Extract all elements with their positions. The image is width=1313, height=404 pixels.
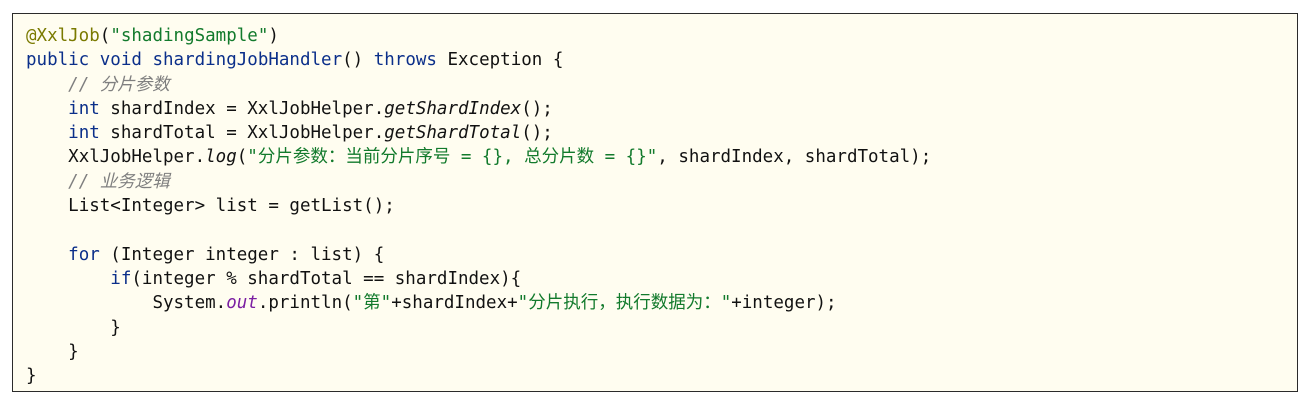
code-token: +shardIndex+ <box>391 293 518 314</box>
code-line: XxlJobHelper.log("分片参数：当前分片序号 = {}, 总分片数… <box>26 145 931 169</box>
code-line: System.out.println("第"+shardIndex+"分片执行，… <box>26 291 931 315</box>
code-token: "第" <box>352 293 392 314</box>
code-line: @XxlJob("shadingSample") <box>26 24 931 48</box>
code-token: } <box>26 366 37 387</box>
code-token: (Integer integer : list) { <box>99 244 385 265</box>
code-token: ) <box>268 26 279 46</box>
code-token: "分片参数：当前分片序号 = {}, 总分片数 = {}" <box>247 147 658 168</box>
code-token: // 分片参数 <box>68 74 170 95</box>
code-snippet-panel: @XxlJob("shadingSample") public void shar… <box>12 13 1298 392</box>
code-token: // 业务逻辑 <box>68 171 170 192</box>
code-token: for <box>68 244 100 265</box>
code-token: int <box>68 123 100 144</box>
code-token: List<Integer> list = getList(); <box>68 196 395 217</box>
code-token: () <box>342 50 374 71</box>
code-line: public void shardingJobHandler() throws … <box>26 48 931 72</box>
code-line: } <box>26 316 931 340</box>
code-line: } <box>26 340 931 364</box>
code-block: @XxlJob("shadingSample") public void shar… <box>26 24 931 388</box>
code-token: +integer); <box>731 293 837 314</box>
code-token: shardIndex = XxlJobHelper. <box>99 98 385 119</box>
code-token: XxlJobHelper. <box>68 147 206 168</box>
code-token: (); <box>521 123 553 144</box>
code-line: int shardTotal = XxlJobHelper.getShardTo… <box>26 121 931 145</box>
code-token: , shardIndex, shardTotal); <box>657 147 932 168</box>
code-line: List<Integer> list = getList(); <box>26 194 931 218</box>
code-token: getShardTotal <box>384 123 522 144</box>
code-token: void <box>99 50 142 71</box>
code-token: Exception { <box>436 50 564 71</box>
code-token: ( <box>236 147 248 168</box>
code-token: out <box>226 293 258 314</box>
code-token: } <box>110 317 121 338</box>
code-line: // 分片参数 <box>26 73 931 97</box>
code-line: int shardIndex = XxlJobHelper.getShardIn… <box>26 97 931 121</box>
code-token: } <box>68 341 79 362</box>
code-token: .println( <box>257 293 353 314</box>
code-token: "分片执行，执行数据为：" <box>517 293 732 314</box>
code-token: getShardIndex <box>384 98 522 119</box>
code-token: shardTotal = XxlJobHelper. <box>99 123 385 144</box>
code-token: public <box>26 50 90 71</box>
code-line: if(integer % shardTotal == shardIndex){ <box>26 267 931 291</box>
code-line: for (Integer integer : list) { <box>26 243 931 267</box>
code-token: shardingJobHandler <box>152 50 343 71</box>
code-token: if <box>110 268 132 289</box>
code-token: "shadingSample" <box>110 26 269 46</box>
code-token: throws <box>373 50 437 71</box>
code-token: System. <box>152 293 227 314</box>
code-token: (); <box>521 98 553 119</box>
code-token: int <box>68 98 100 119</box>
code-token: (integer % shardTotal == shardIndex){ <box>131 268 522 289</box>
code-line: // 业务逻辑 <box>26 170 931 194</box>
code-token: log <box>205 147 237 168</box>
code-token: ( <box>99 26 111 46</box>
code-token: @XxlJob <box>26 26 100 46</box>
code-line: } <box>26 364 931 388</box>
